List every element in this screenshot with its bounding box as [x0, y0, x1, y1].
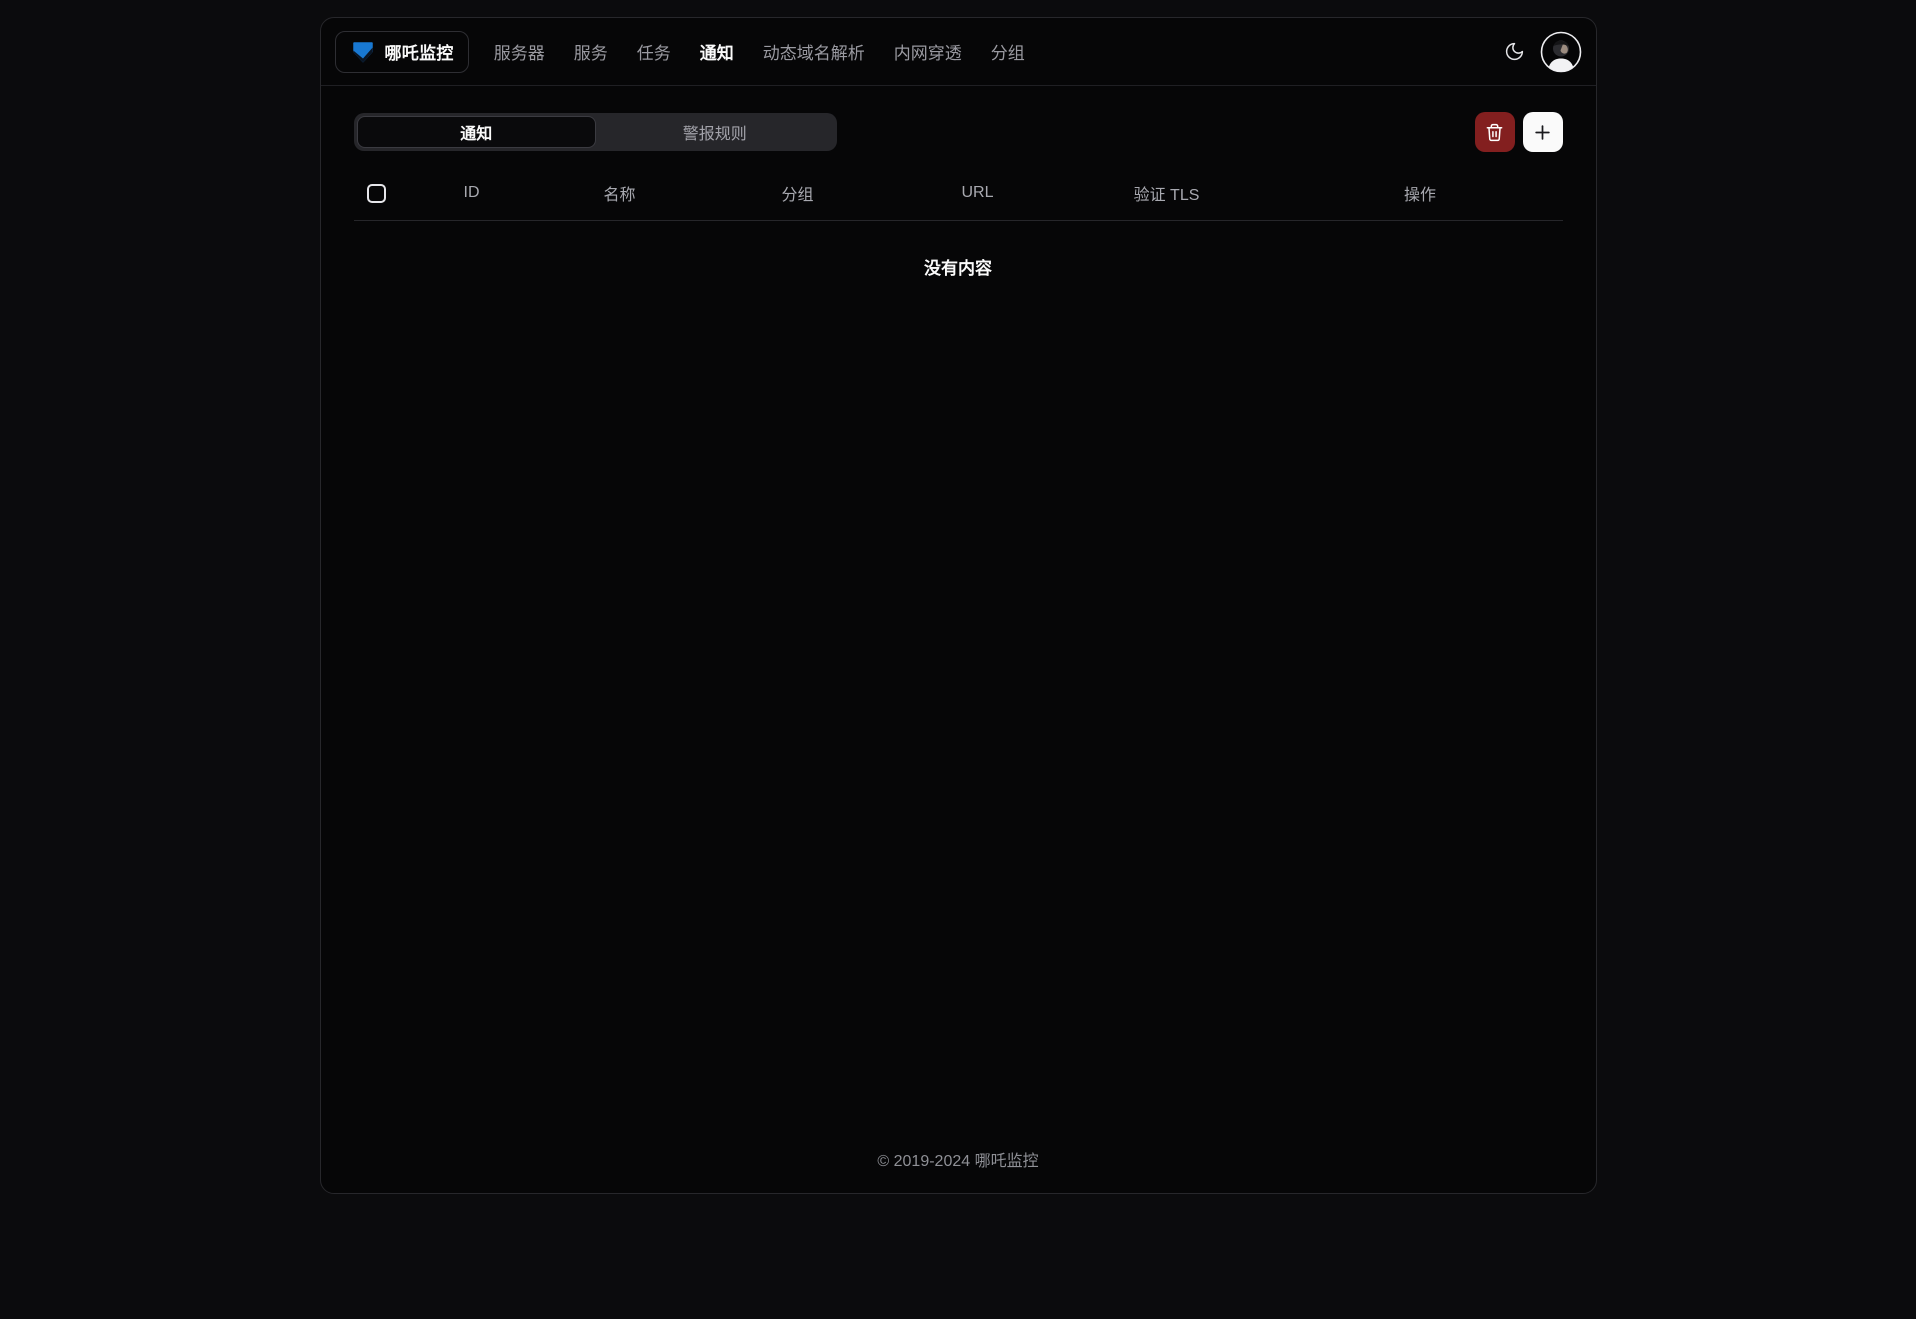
- nav-item-groups[interactable]: 分组: [991, 39, 1025, 64]
- select-all-cell: [354, 184, 400, 203]
- nav-menu: 服务器 服务 任务 通知 动态域名解析 内网穿透 分组: [494, 39, 1025, 64]
- toolbar: 通知 警报规则: [354, 112, 1563, 152]
- notifications-table: ID 名称 分组 URL 验证 TLS 操作 没有内容: [354, 166, 1563, 311]
- navbar: 哪吒监控 服务器 服务 任务 通知 动态域名解析 内网穿透 分组: [321, 18, 1596, 86]
- tab-notifications[interactable]: 通知: [357, 116, 597, 148]
- nav-item-tasks[interactable]: 任务: [637, 39, 671, 64]
- brand-home-button[interactable]: 哪吒监控: [335, 31, 469, 73]
- col-header-group: 分组: [696, 181, 900, 205]
- nav-item-notifications[interactable]: 通知: [700, 39, 734, 64]
- brand-shield-icon: [350, 39, 376, 65]
- plus-icon: [1533, 123, 1552, 142]
- tab-switcher: 通知 警报规则: [354, 113, 837, 151]
- trash-icon: [1485, 123, 1504, 142]
- user-avatar[interactable]: [1540, 31, 1582, 73]
- main-card: 哪吒监控 服务器 服务 任务 通知 动态域名解析 内网穿透 分组: [320, 17, 1597, 1194]
- col-header-url: URL: [900, 184, 1056, 202]
- col-header-id: ID: [400, 184, 544, 202]
- copyright-text: © 2019-2024 哪吒监控: [877, 1153, 1038, 1170]
- tab-alert-rules[interactable]: 警报规则: [596, 116, 834, 148]
- footer: © 2019-2024 哪吒监控: [321, 1147, 1596, 1193]
- nav-item-services[interactable]: 服务: [574, 39, 608, 64]
- nav-item-servers[interactable]: 服务器: [494, 39, 545, 64]
- nav-item-nat-traversal[interactable]: 内网穿透: [894, 39, 962, 64]
- nav-item-ddns[interactable]: 动态域名解析: [763, 39, 865, 64]
- moon-icon: [1504, 41, 1525, 62]
- table-empty-state: 没有内容: [354, 221, 1563, 311]
- col-header-name: 名称: [544, 181, 696, 205]
- toolbar-actions: [1475, 112, 1563, 152]
- select-all-checkbox[interactable]: [367, 184, 386, 203]
- col-header-verify-tls: 验证 TLS: [1056, 181, 1278, 205]
- col-header-actions: 操作: [1278, 181, 1563, 205]
- theme-toggle-button[interactable]: [1496, 33, 1534, 71]
- delete-selected-button[interactable]: [1475, 112, 1515, 152]
- add-notification-button[interactable]: [1523, 112, 1563, 152]
- brand-name: 哪吒监控: [385, 39, 454, 64]
- empty-state-text: 没有内容: [924, 254, 992, 279]
- table-header-row: ID 名称 分组 URL 验证 TLS 操作: [354, 166, 1563, 221]
